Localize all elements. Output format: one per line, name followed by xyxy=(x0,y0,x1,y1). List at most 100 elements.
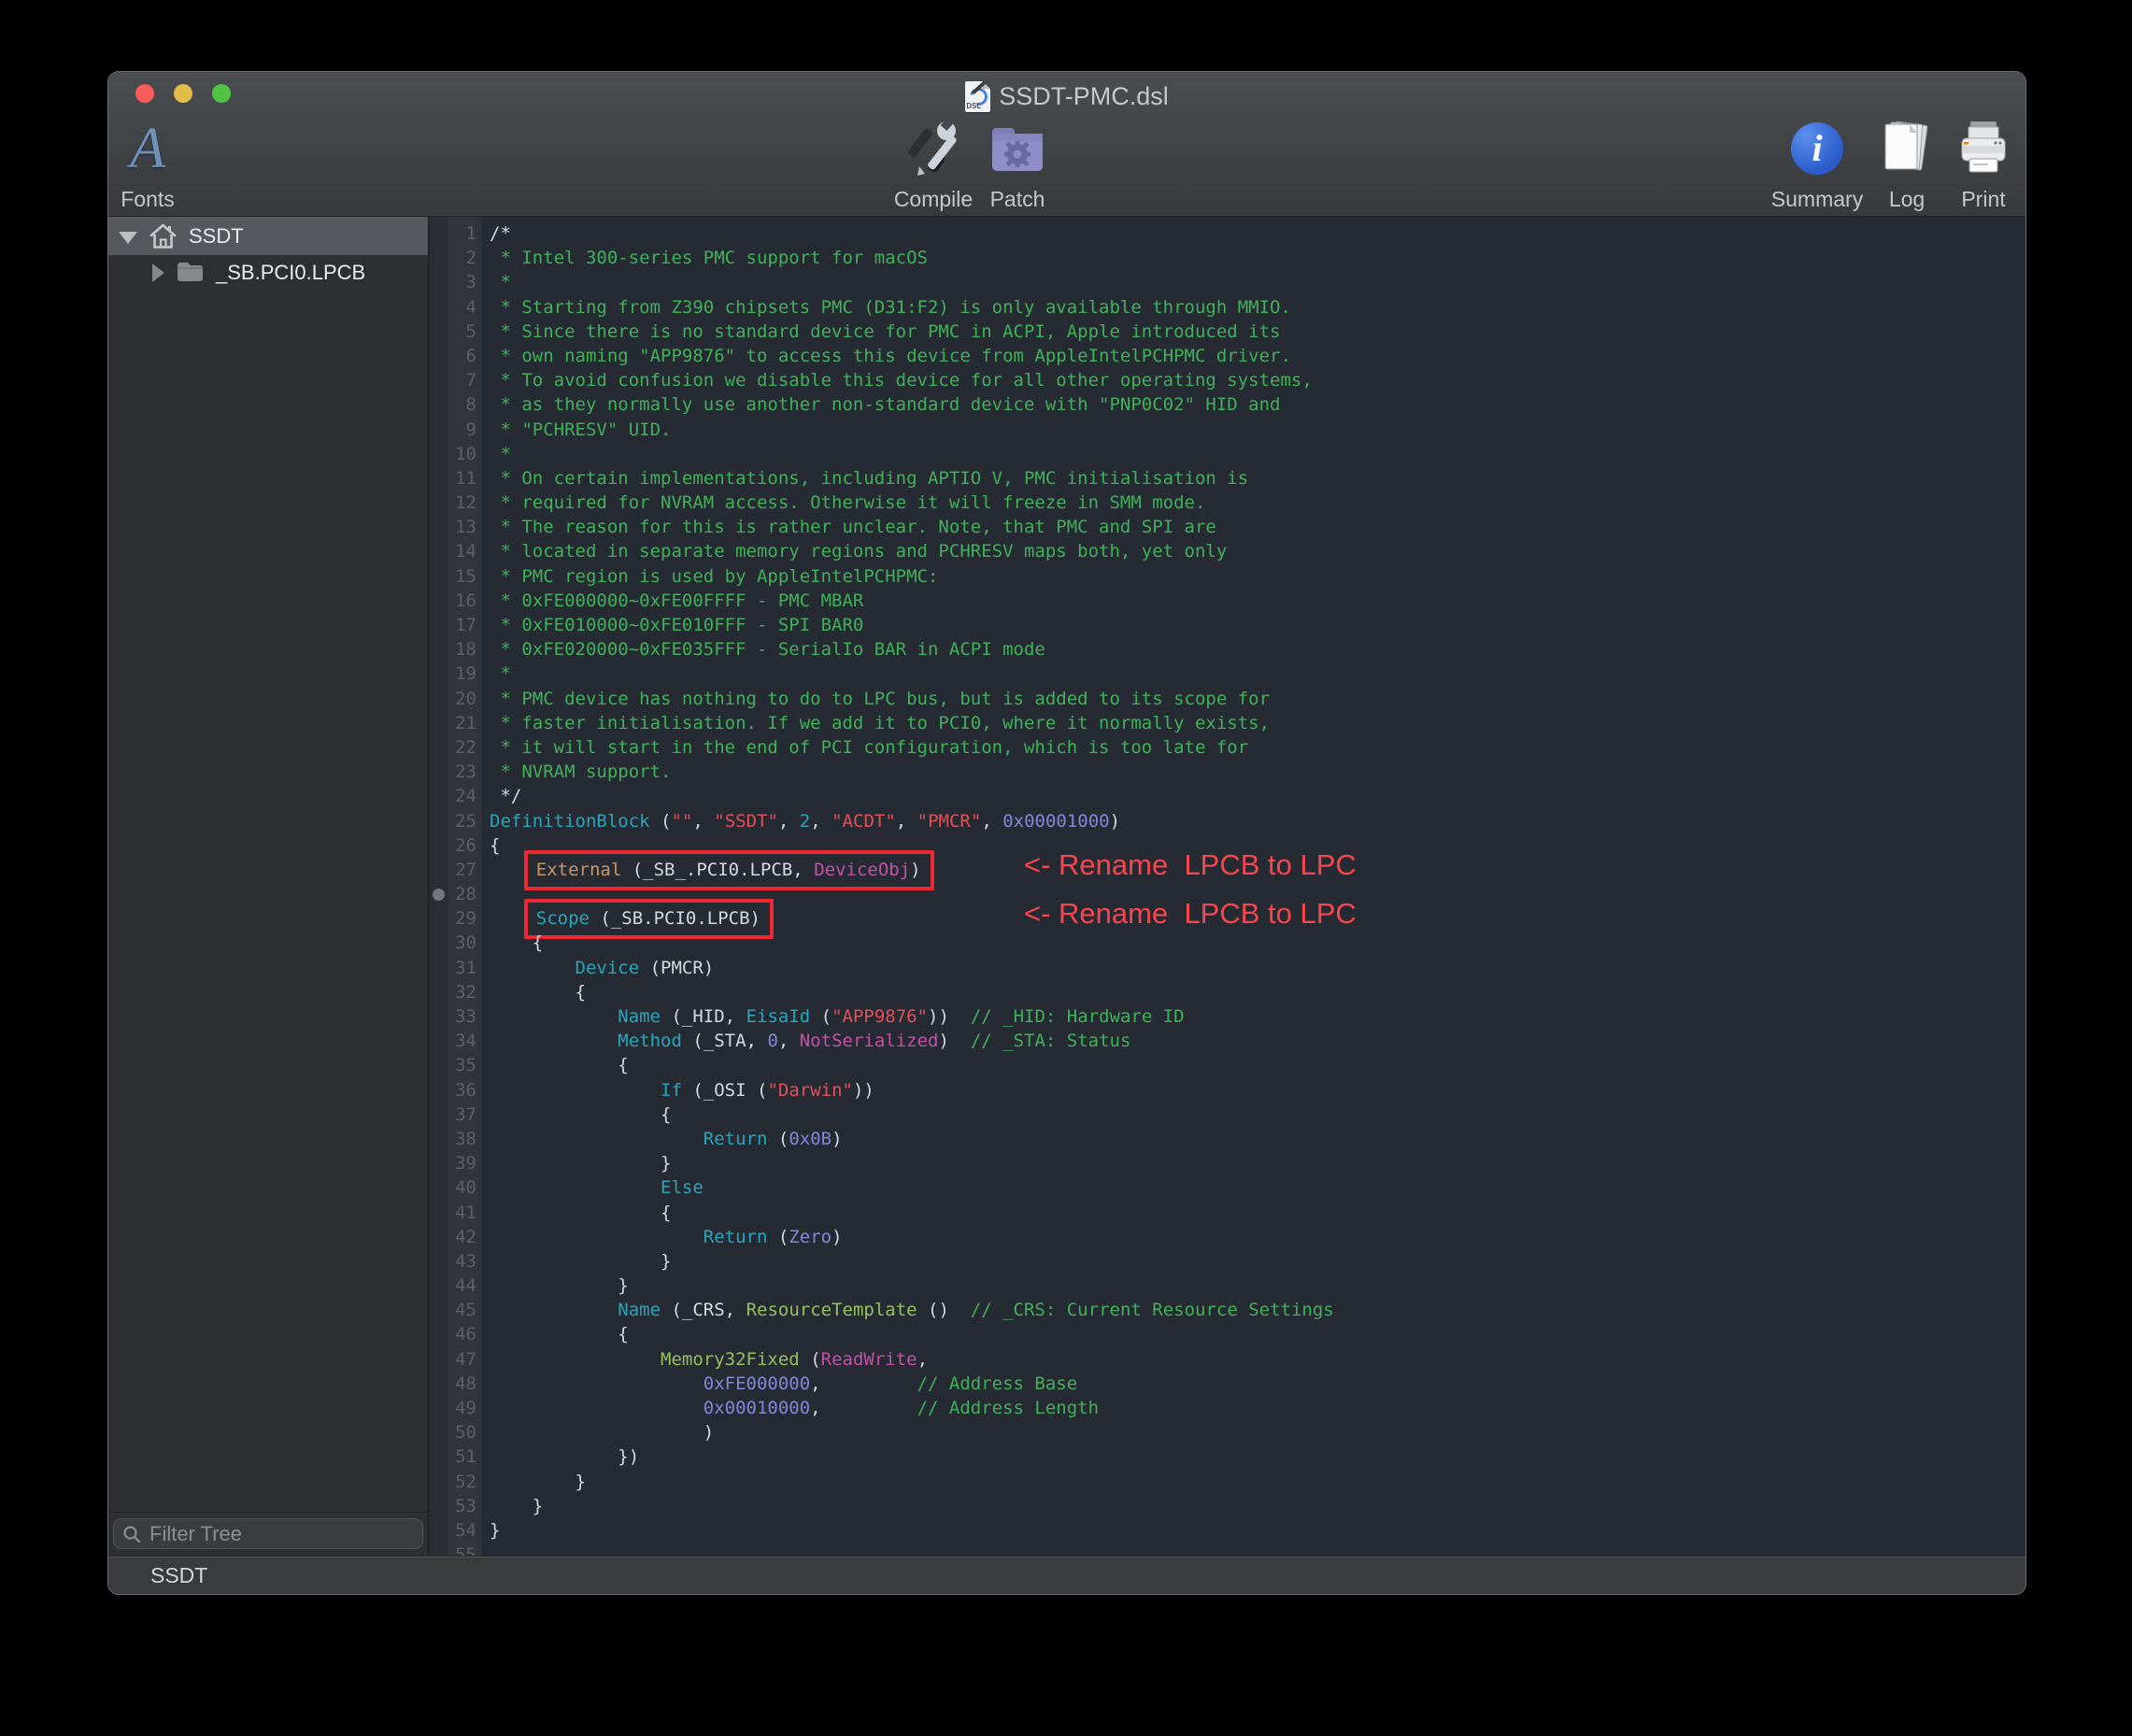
gutter-margin xyxy=(430,1347,448,1372)
code-token: * The reason for this is rather unclear.… xyxy=(490,517,1216,537)
gutter-margin xyxy=(430,687,448,711)
line-number: 38 xyxy=(448,1127,482,1151)
code-text xyxy=(482,1543,490,1556)
gutter-margin xyxy=(430,1225,448,1249)
code-token: )) xyxy=(928,1006,971,1027)
code-line: 10 * xyxy=(430,442,2025,466)
print-button[interactable]: Print xyxy=(1946,111,2021,212)
code-line: 25DefinitionBlock ("", "SSDT", 2, "ACDT"… xyxy=(430,809,2025,833)
code-token: // _HID: Hardware ID xyxy=(971,1006,1185,1027)
code-text: * 0xFE000000~0xFE00FFFF - PMC MBAR xyxy=(482,589,863,613)
gutter-margin xyxy=(430,1127,448,1151)
code-token: * 0xFE020000~0xFE035FFF - SerialIo BAR i… xyxy=(490,639,1045,660)
line-number: 8 xyxy=(448,392,482,417)
code-line: 22 * it will start in the end of PCI con… xyxy=(430,735,2025,760)
code-text: * "PCHRESV" UID. xyxy=(482,418,671,442)
code-token: Device xyxy=(576,958,640,978)
code-token: NotSerialized xyxy=(800,1031,939,1051)
code-token: ResourceTemplate xyxy=(746,1300,917,1320)
summary-button[interactable]: i Summary xyxy=(1761,111,1873,212)
gutter-margin xyxy=(430,858,448,882)
code-text: { xyxy=(482,931,543,955)
patch-label: Patch xyxy=(990,187,1045,212)
filter-tree-field[interactable] xyxy=(113,1518,423,1549)
code-text: /* xyxy=(482,221,511,246)
code-token: } xyxy=(490,1275,629,1296)
code-token: // Address Base xyxy=(917,1373,1078,1394)
line-number: 21 xyxy=(448,711,482,735)
code-token xyxy=(490,1080,661,1101)
code-token: DefinitionBlock xyxy=(490,811,650,832)
code-token: * 0xFE010000~0xFE010FFF - SPI BAR0 xyxy=(490,615,863,635)
code-line: 43 } xyxy=(430,1249,2025,1274)
gutter-margin xyxy=(430,906,448,931)
code-token: ) xyxy=(939,1031,971,1051)
gutter-margin xyxy=(430,221,448,246)
patch-button[interactable]: Patch xyxy=(975,111,1059,212)
compile-button[interactable]: Compile xyxy=(887,111,980,212)
code-text: * faster initialisation. If we add it to… xyxy=(482,711,1270,735)
code-text: { xyxy=(482,1103,671,1127)
line-number: 55 xyxy=(448,1543,482,1556)
disclosure-collapsed-icon[interactable] xyxy=(152,263,164,282)
code-token: (_CRS, xyxy=(661,1300,746,1320)
code-line: 3 * xyxy=(430,270,2025,294)
code-text: 0x00010000, // Address Length xyxy=(482,1396,1099,1420)
gutter-margin xyxy=(430,368,448,392)
gutter-margin xyxy=(430,784,448,808)
code-token: * To avoid confusion we disable this dev… xyxy=(490,370,1313,391)
gutter-margin xyxy=(430,589,448,613)
gutter-margin xyxy=(430,344,448,368)
code-token: { xyxy=(490,1104,671,1125)
log-button[interactable]: Log xyxy=(1874,111,1940,212)
print-label: Print xyxy=(1961,187,2005,212)
code-text: ) xyxy=(482,1420,714,1444)
code-line: 42 Return (Zero) xyxy=(430,1225,2025,1249)
disclosure-expanded-icon[interactable] xyxy=(119,232,137,244)
line-number: 52 xyxy=(448,1470,482,1494)
line-number: 4 xyxy=(448,295,482,320)
code-token: } xyxy=(490,1251,671,1272)
sidebar-item-label: SSDT xyxy=(189,224,244,249)
code-token xyxy=(490,1349,661,1370)
code-token: "ACDT" xyxy=(831,811,896,832)
code-token: ) xyxy=(490,1422,714,1443)
gutter-margin xyxy=(430,637,448,662)
code-line: 18 * 0xFE020000~0xFE035FFF - SerialIo BA… xyxy=(430,637,2025,662)
code-token: (PMCR) xyxy=(639,958,714,978)
code-editor[interactable]: 1/*2 * Intel 300-series PMC support for … xyxy=(430,217,2025,1556)
gutter-margin xyxy=(430,1103,448,1127)
sidebar-item-sb-pci0-lpcb[interactable]: _SB.PCI0.LPCB xyxy=(108,255,428,290)
gutter-margin xyxy=(430,1322,448,1346)
code-text: * Since there is no standard device for … xyxy=(482,320,1280,344)
code-token: ) xyxy=(1110,811,1120,832)
code-token: * xyxy=(490,663,511,684)
code-token: ) xyxy=(910,860,920,880)
code-token: 2 xyxy=(800,811,810,832)
sidebar-item-ssdt[interactable]: SSDT xyxy=(108,217,428,255)
gutter-margin xyxy=(430,270,448,294)
search-icon xyxy=(122,1525,141,1544)
document-proxy-icon[interactable]: DSL xyxy=(965,81,990,112)
sidebar: SSDT _SB.PCI0.LPCB xyxy=(108,217,429,1556)
code-token: "Darwin" xyxy=(767,1080,853,1101)
code-line: 19 * xyxy=(430,662,2025,686)
code-text: * xyxy=(482,270,511,294)
gutter-margin xyxy=(430,1420,448,1444)
filter-tree-input[interactable] xyxy=(148,1521,414,1547)
line-number: 17 xyxy=(448,613,482,637)
code-token: Else xyxy=(661,1177,704,1198)
code-line: 30 { xyxy=(430,931,2025,955)
home-icon xyxy=(149,222,178,249)
line-number: 39 xyxy=(448,1151,482,1175)
window-title: SSDT-PMC.dsl xyxy=(999,82,1169,111)
code-text: } xyxy=(482,1494,543,1518)
code-token: * as they normally use another non-stand… xyxy=(490,394,1280,415)
code-token: * Intel 300-series PMC support for macOS xyxy=(490,248,928,268)
code-line: 37 { xyxy=(430,1103,2025,1127)
code-line: 31 Device (PMCR) xyxy=(430,956,2025,980)
fonts-button[interactable]: A Fonts xyxy=(107,111,190,212)
line-number: 53 xyxy=(448,1494,482,1518)
line-number: 22 xyxy=(448,735,482,760)
code-text: Return (0x0B) xyxy=(482,1127,843,1151)
